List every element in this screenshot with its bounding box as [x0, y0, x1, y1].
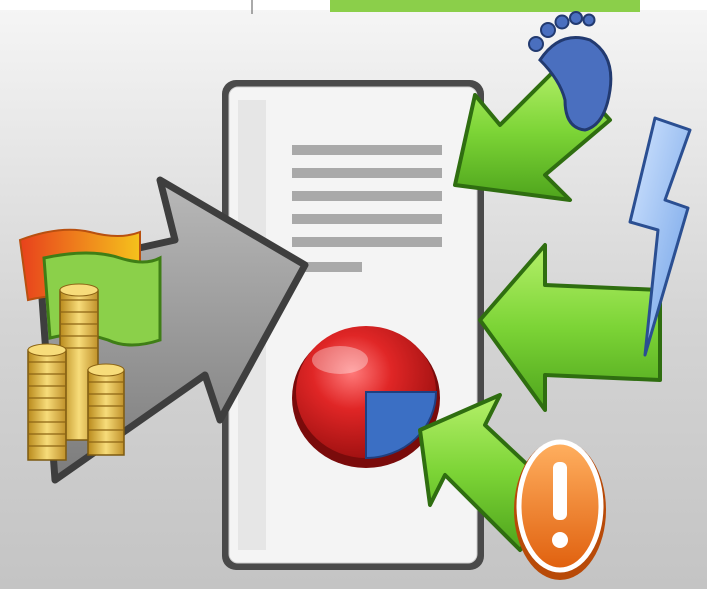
warning-icon [514, 439, 606, 580]
top-green-strip [330, 0, 640, 12]
illustration-canvas [0, 0, 707, 589]
